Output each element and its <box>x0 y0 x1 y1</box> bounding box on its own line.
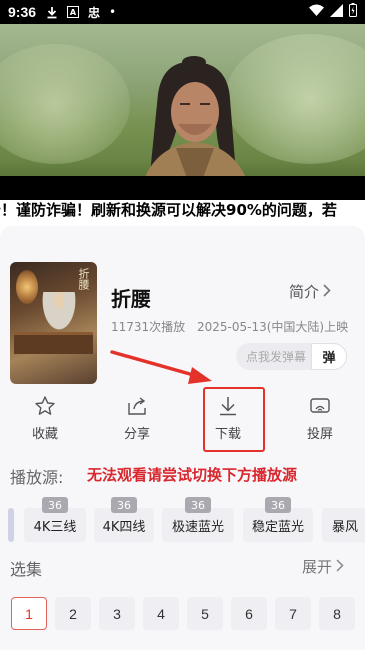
share-button[interactable]: 分享 <box>107 395 167 442</box>
intro-label: 简介 <box>289 283 320 301</box>
wifi-icon <box>309 4 324 20</box>
source-chip-label: 稳定蓝光 <box>251 519 304 535</box>
a-box-icon: A <box>67 6 80 18</box>
cast-icon <box>310 398 330 413</box>
source-chip-4k-3[interactable]: 36 4K三线 <box>24 497 86 542</box>
danmu-input[interactable]: 点我发弹幕 <box>236 348 311 365</box>
show-meta: 11731次播放 2025-05-13(中国大陆)上映 <box>111 318 356 335</box>
source-chip-partial[interactable] <box>8 508 14 542</box>
status-time: 9:36 <box>8 4 37 20</box>
episode-button-7[interactable]: 7 <box>275 597 311 630</box>
episodes-label: 选集 <box>10 560 43 579</box>
release-date: 2025-05-13(中国大陆)上映 <box>197 320 349 334</box>
danmu-toggle-button[interactable]: 弹 <box>311 343 347 370</box>
chevron-right-icon <box>336 558 344 576</box>
poster-table <box>14 332 93 354</box>
show-title: 折腰 <box>111 287 151 311</box>
source-chip-label: 极速蓝光 <box>171 519 224 535</box>
signal-icon <box>330 3 343 21</box>
status-bar: 9:36 A 忠 • <box>0 0 365 24</box>
episode-count-badge: 36 <box>185 497 211 513</box>
share-label: 分享 <box>123 427 150 442</box>
danmu-bar[interactable]: 点我发弹幕 弹 <box>236 343 347 370</box>
expand-label: 展开 <box>302 558 333 576</box>
dot-icon: • <box>109 5 117 19</box>
battery-icon <box>349 3 357 21</box>
source-label: 播放源: <box>10 468 64 487</box>
source-chip-label: 暴风 <box>332 519 359 535</box>
source-chip-label: 4K三线 <box>33 519 77 535</box>
source-chip-label: 4K四线 <box>102 519 146 535</box>
episode-button-4[interactable]: 4 <box>143 597 179 630</box>
notice-text: 告！谨防诈骗！刷新和换源可以解决90%的问题，若 <box>0 201 337 219</box>
episode-button-1[interactable]: 1 <box>11 597 47 630</box>
episode-button-8[interactable]: 8 <box>319 597 355 630</box>
show-poster[interactable]: 折腰 <box>10 262 97 384</box>
share-icon <box>128 397 146 415</box>
video-background <box>0 44 130 164</box>
app-icon: 忠 <box>88 5 101 20</box>
source-chip-baofeng[interactable]: 暴风 <box>322 508 365 542</box>
download-icon <box>46 6 58 19</box>
poster-figure <box>40 292 78 334</box>
chevron-right-icon <box>323 282 331 301</box>
play-count: 11731次播放 <box>111 320 186 334</box>
cast-label: 投屏 <box>306 427 333 442</box>
video-player[interactable] <box>0 24 365 200</box>
source-chip-fast-bluray[interactable]: 36 极速蓝光 <box>162 497 234 542</box>
annotation-arrow-icon <box>110 350 212 384</box>
episode-button-5[interactable]: 5 <box>187 597 223 630</box>
favorite-label: 收藏 <box>31 427 58 442</box>
expand-button[interactable]: 展开 <box>302 556 344 577</box>
episode-button-6[interactable]: 6 <box>231 597 267 630</box>
episode-button-3[interactable]: 3 <box>99 597 135 630</box>
video-bottom-bar <box>0 176 365 200</box>
notice-marquee: 告！谨防诈骗！刷新和换源可以解决90%的问题，若 <box>0 200 365 220</box>
poster-title: 折腰 <box>77 268 90 290</box>
favorite-button[interactable]: 收藏 <box>15 395 75 442</box>
star-icon <box>35 396 55 415</box>
episode-button-2[interactable]: 2 <box>55 597 91 630</box>
poster-lamp <box>16 270 38 304</box>
episode-count-badge: 36 <box>265 497 291 513</box>
cast-button[interactable]: 投屏 <box>290 395 350 442</box>
source-warning: 无法观看请尝试切换下方播放源 <box>87 466 298 484</box>
download-highlight-box <box>203 387 265 452</box>
source-chip-4k-4[interactable]: 36 4K四线 <box>94 497 154 542</box>
episode-count-badge: 36 <box>111 497 137 513</box>
source-chip-stable-bluray[interactable]: 36 稳定蓝光 <box>243 497 313 542</box>
intro-button[interactable]: 简介 <box>289 281 331 302</box>
episode-count-badge: 36 <box>42 497 68 513</box>
